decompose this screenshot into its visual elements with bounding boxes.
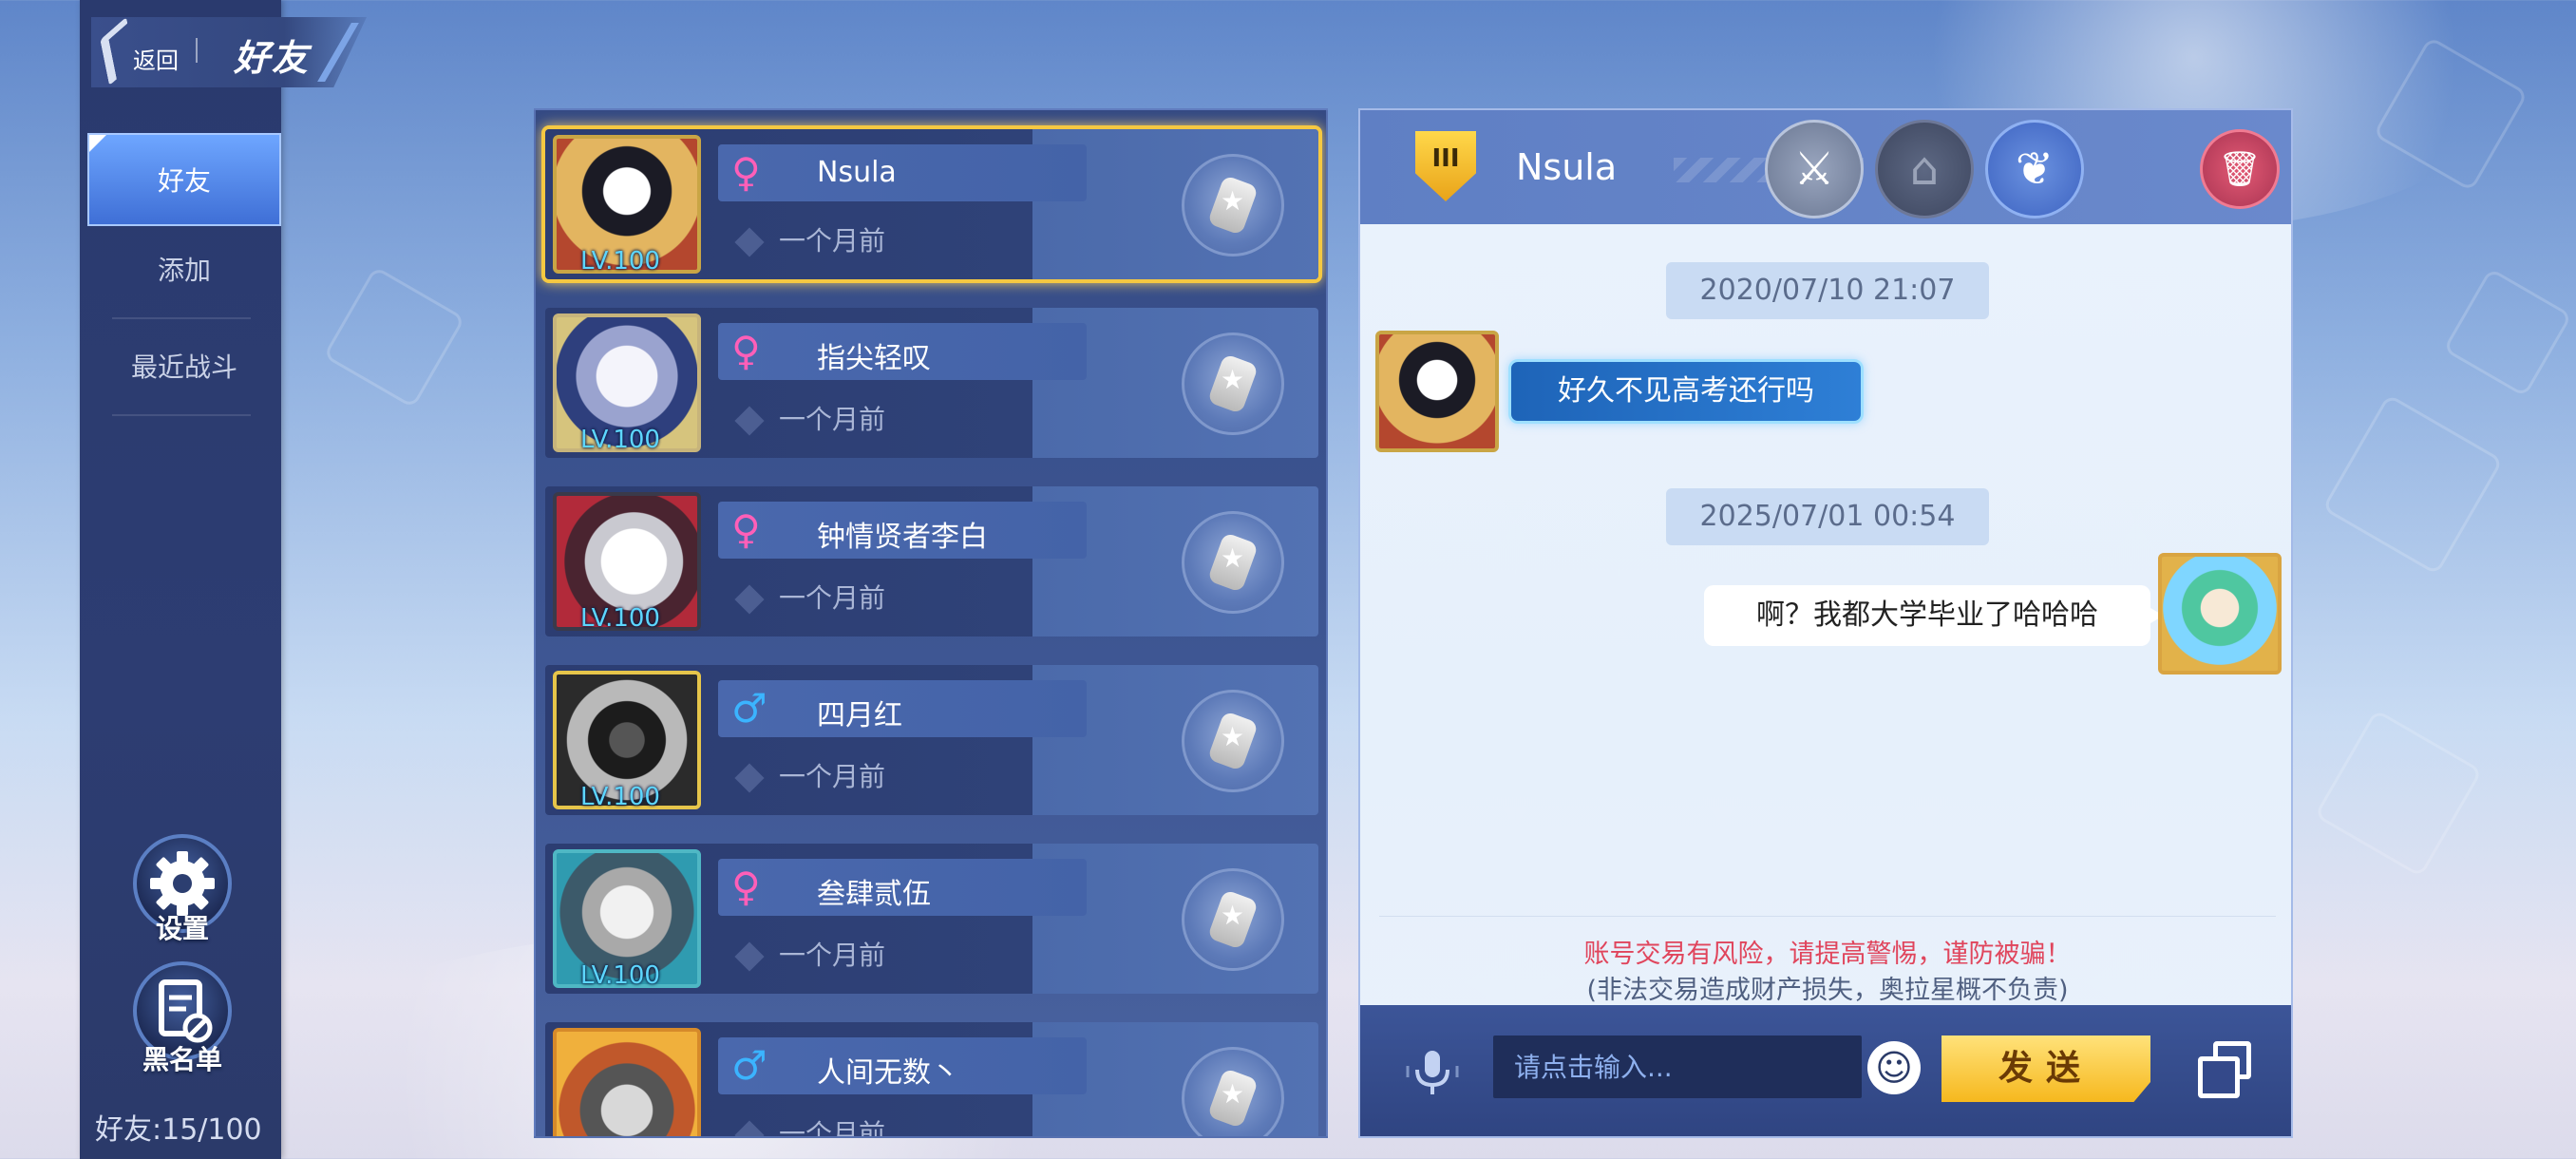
send-gift-button[interactable]: ★ — [1182, 154, 1284, 256]
tab-divider — [112, 317, 251, 319]
male-icon: ♂ — [731, 685, 767, 732]
chat-partner-name: Nsula — [1516, 146, 1618, 188]
tab-recent-battles-label: 最近战斗 — [130, 352, 237, 383]
star-icon: ★ — [1221, 721, 1245, 752]
fraud-warning: 账号交易有风险，请提高警惕，谨防被骗！ — [1583, 940, 2072, 969]
star-icon: ★ — [1221, 900, 1245, 931]
message-timestamp: 2020/07/10 21:07 — [1666, 262, 1989, 319]
friend-row[interactable]: LV.100 ♀ 指尖轻叹 一个月前 ★ — [545, 308, 1318, 458]
friend-name: 人间无数丶 — [817, 1056, 959, 1090]
friend-row[interactable]: LV.100 ♀ Nsula 一个月前 ★ — [545, 129, 1318, 279]
rank-label: III — [1431, 144, 1460, 173]
star-icon: ★ — [1221, 364, 1245, 395]
home-icon: ⌂ — [1909, 142, 1940, 196]
settings-label: 设置 — [155, 913, 209, 944]
back-button[interactable]: 返回 — [99, 15, 190, 86]
chat-panel: III Nsula ⚔ ⌂ ❦ 🗑 2020/07/10 21:07 好久不见高… — [1358, 108, 2293, 1138]
friend-name: 叁肆贰伍 — [817, 878, 931, 911]
chat-header: III Nsula ⚔ ⌂ ❦ 🗑 — [1360, 110, 2291, 224]
friend-name-bar: ♀ 指尖轻叹 — [718, 323, 1087, 380]
friend-name-bar: ♀ 钟情贤者李白 — [718, 502, 1087, 559]
last-seen: 一个月前 — [779, 225, 886, 256]
voice-input-button[interactable] — [1398, 1043, 1467, 1102]
back-chevron-icon — [100, 16, 136, 86]
background-hexagon — [2321, 393, 2504, 576]
partner-avatar — [1375, 331, 1499, 452]
microphone-icon — [1406, 1051, 1459, 1094]
last-seen: 一个月前 — [779, 404, 886, 435]
friend-name: 指尖轻叹 — [817, 342, 931, 375]
fraud-disclaimer: (非法交易造成财产损失，奥拉星概不负责) — [1586, 976, 2069, 1005]
back-label: 返回 — [133, 48, 179, 74]
last-seen: 一个月前 — [779, 940, 886, 971]
visit-home-button[interactable]: ⌂ — [1875, 120, 1974, 218]
plant-button[interactable]: ❦ — [1985, 120, 2084, 218]
send-button[interactable]: 发送 — [1941, 1036, 2150, 1102]
avatar — [553, 1028, 701, 1136]
level-label: LV.100 — [580, 604, 660, 633]
friend-name-bar: ♂ 四月红 — [718, 680, 1087, 737]
crossed-swords-icon: ⚔ — [1793, 142, 1835, 196]
send-gift-button[interactable]: ★ — [1182, 690, 1284, 792]
friend-name-bar: ♀ Nsula — [718, 144, 1087, 201]
tab-friends[interactable]: 好友 — [87, 133, 281, 226]
copy-icon-front — [2198, 1056, 2240, 1098]
female-icon: ♀ — [731, 506, 761, 553]
background-hexagon — [2314, 709, 2483, 878]
message-timestamp: 2025/07/01 00:54 — [1666, 488, 1989, 545]
friend-count: 好友:15/100 — [95, 1113, 262, 1147]
chat-text-input[interactable] — [1493, 1036, 1862, 1098]
send-gift-button[interactable]: ★ — [1182, 511, 1284, 614]
level-label: LV.100 — [580, 783, 660, 811]
emoji-button[interactable]: ☺ — [1867, 1041, 1921, 1094]
page-title: 好友 — [234, 37, 311, 79]
star-icon: ★ — [1221, 1078, 1245, 1110]
my-avatar — [2158, 553, 2282, 674]
background-hexagon — [2442, 267, 2573, 398]
friend-name-bar: ♂ 人间无数丶 — [718, 1037, 1087, 1094]
tab-divider — [112, 414, 251, 416]
tab-add[interactable]: 添加 — [87, 224, 281, 317]
chat-divider — [1379, 916, 2276, 917]
friend-list[interactable]: LV.100 ♀ Nsula 一个月前 ★ LV.100 ♀ 指尖轻叹 一个月前… — [534, 108, 1328, 1138]
last-seen: 一个月前 — [779, 582, 886, 614]
trash-icon: 🗑 — [2218, 150, 2262, 189]
friend-name: 四月红 — [817, 699, 902, 732]
last-seen: 一个月前 — [779, 761, 886, 792]
female-icon: ♀ — [731, 328, 761, 374]
tab-friends-label: 好友 — [157, 165, 211, 197]
battle-button[interactable]: ⚔ — [1765, 120, 1864, 218]
send-gift-button[interactable]: ★ — [1182, 332, 1284, 435]
send-gift-button[interactable]: ★ — [1182, 868, 1284, 971]
chat-input-bar: ☺ 发送 — [1360, 1005, 2291, 1136]
last-seen: 一个月前 — [779, 1118, 886, 1138]
friend-name-bar: ♀ 叁肆贰伍 — [718, 859, 1087, 916]
female-icon: ♀ — [731, 149, 761, 196]
friend-row[interactable]: LV.100 ♂ 四月红 一个月前 ★ — [545, 665, 1318, 815]
blacklist-label: 黑名单 — [142, 1044, 222, 1075]
rank-badge-icon: III — [1415, 131, 1476, 201]
friend-row[interactable]: LV.100 ♀ 叁肆贰伍 一个月前 ★ — [545, 844, 1318, 994]
level-label: LV.100 — [580, 426, 660, 454]
incoming-message-bubble: 好久不见高考还行吗 — [1508, 359, 1864, 424]
friend-row[interactable]: ♂ 人间无数丶 一个月前 ★ — [545, 1022, 1318, 1138]
plant-icon: ❦ — [2015, 142, 2055, 196]
friend-name: Nsula — [817, 156, 897, 189]
delete-friend-button[interactable]: 🗑 — [2200, 129, 2280, 209]
friend-name: 钟情贤者李白 — [817, 521, 988, 554]
outgoing-message-bubble: 啊？我都大学毕业了哈哈哈 — [1704, 585, 2164, 646]
friend-row[interactable]: LV.100 ♀ 钟情贤者李白 一个月前 ★ — [545, 486, 1318, 636]
male-icon: ♂ — [731, 1042, 767, 1089]
laughing-face-icon: ☺ — [1875, 1047, 1913, 1089]
level-label: LV.100 — [580, 247, 660, 276]
star-icon: ★ — [1221, 542, 1245, 574]
tab-recent-battles[interactable]: 最近战斗 — [87, 321, 281, 414]
copy-button[interactable] — [2196, 1041, 2259, 1100]
tab-add-label: 添加 — [157, 255, 211, 286]
level-label: LV.100 — [580, 961, 660, 990]
background-hexagon — [322, 265, 466, 409]
star-icon: ★ — [1221, 185, 1245, 217]
title-separator — [196, 38, 198, 63]
female-icon: ♀ — [731, 864, 761, 910]
